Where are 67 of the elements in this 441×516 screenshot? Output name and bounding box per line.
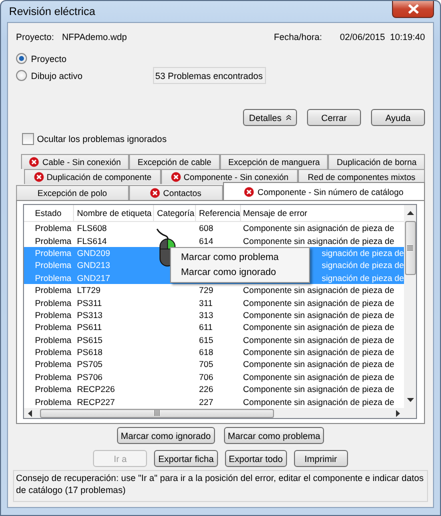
table-cell-text: Problema xyxy=(34,310,72,320)
table-cell-text: FLS614 xyxy=(76,236,108,246)
table-cell-text: Problema xyxy=(34,372,72,382)
table-cell: signación de pieza de xyxy=(322,260,404,270)
table-cell: Componente sin asignación de pieza de xyxy=(243,285,394,296)
table-cell: signación de pieza de xyxy=(322,272,404,283)
table-cell: Componente sin asignación de pieza de xyxy=(243,223,394,234)
table-cell: 729 xyxy=(199,285,214,296)
radio-label: Dibujo activo xyxy=(31,70,83,80)
advice-text: Consejo de recuperación: use "Ir a" para ir a la posición del error, editar el componente e indicar datos de catálogo (17 problemas) xyxy=(13,470,428,502)
table-cell: Componente sin asignación de pieza de xyxy=(243,236,394,246)
table-cell: 705 xyxy=(199,359,214,370)
table-cell: 608 xyxy=(199,223,214,234)
project-label: Proyecto: xyxy=(16,32,54,42)
table-cell-text: RECP226 xyxy=(76,384,116,394)
table-cell: Componente sin asignación de pieza de xyxy=(243,310,394,320)
table-cell: 618 xyxy=(199,347,214,358)
table-cell-text: Problema xyxy=(34,334,72,345)
table-cell: Componente sin asignación de pieza de xyxy=(243,334,394,345)
table-cell-text: RECP227 xyxy=(76,396,116,407)
table-cell-text: Problema xyxy=(34,359,72,370)
table-cell-text: PS611 xyxy=(76,322,103,332)
table-cell-text: Problema xyxy=(34,322,72,332)
table-cell: 311 xyxy=(199,298,213,308)
table-cell: Componente sin asignación de pieza de xyxy=(243,372,394,382)
table-cell-text: PS706 xyxy=(76,372,104,382)
table-cell-text: Problema xyxy=(34,384,72,394)
table-cell: 706 xyxy=(199,372,214,382)
table-cell: 614 xyxy=(199,236,214,246)
table-cell-text: GND217 xyxy=(76,272,112,283)
table-cell: Componente sin asignación de pieza de xyxy=(243,322,394,332)
project-name: NFPAdemo.wdp xyxy=(62,32,127,42)
table-cell: Componente sin asignación de pieza de xyxy=(243,384,394,394)
checkbox-label: Ocultar los problemas ignorados xyxy=(37,134,167,144)
table-cell: 611 xyxy=(199,322,213,332)
table-cell-text: GND209 xyxy=(76,248,112,258)
table-cell-text: Problema xyxy=(34,285,72,296)
datetime-value: 02/06/2015 10:19:40 xyxy=(340,32,425,42)
table-cell-text: Problema xyxy=(34,347,72,358)
table-cell-text: PS311 xyxy=(76,298,103,308)
table-cell: signación de pieza de xyxy=(322,248,404,258)
table-cell: Componente sin asignación de pieza de xyxy=(243,396,394,407)
table-cell: 313 xyxy=(199,310,214,320)
table-cell-text: PS618 xyxy=(76,347,104,358)
table-cell-text: LT729 xyxy=(76,285,102,296)
table-cell: 615 xyxy=(199,334,214,345)
table-cell-text: Problema xyxy=(34,396,72,407)
table-cell: 227 xyxy=(199,396,214,407)
table-cell: Componente sin asignación de pieza de xyxy=(243,298,394,308)
table-cell-text: PS313 xyxy=(76,310,104,320)
table-cell-text: GND213 xyxy=(76,260,112,270)
table-cell-text: Problema xyxy=(34,260,72,270)
window-title: Revisión eléctrica xyxy=(9,6,96,18)
radio-label: Proyecto xyxy=(31,54,67,64)
table-cell-text: Problema xyxy=(34,248,72,258)
table-cell-text: PS615 xyxy=(76,334,104,345)
datetime-label: Fecha/hora: xyxy=(274,32,323,42)
table-cell-text: Problema xyxy=(34,223,72,234)
table-cell-text: Problema xyxy=(34,236,72,246)
problem-count: 53 Problemas encontrados xyxy=(152,67,266,84)
table-cell-text: PS705 xyxy=(76,359,104,370)
table-cell-text: Problema xyxy=(34,298,72,308)
table-cell-text: Problema xyxy=(34,272,72,283)
table-cell: 226 xyxy=(199,384,214,394)
table-cell-text: FLS608 xyxy=(76,223,108,234)
table-cell: Componente sin asignación de pieza de xyxy=(243,347,394,358)
table-cell: Componente sin asignación de pieza de xyxy=(243,359,394,370)
